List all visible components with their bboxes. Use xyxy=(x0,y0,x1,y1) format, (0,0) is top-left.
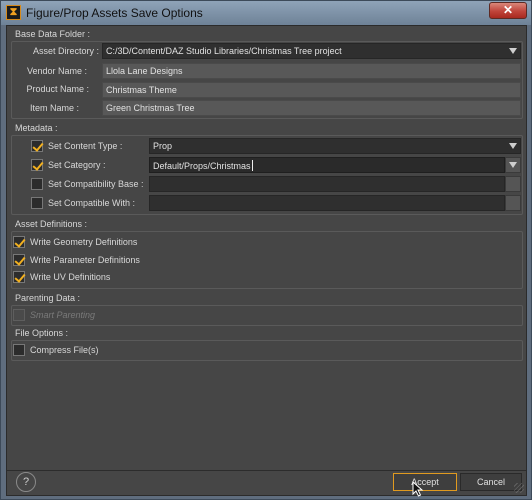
set-category-label: Set Category : xyxy=(48,160,106,170)
close-button[interactable]: ✕ xyxy=(489,2,527,19)
set-compatibility-base-checkbox[interactable] xyxy=(31,178,43,190)
chevron-down-icon xyxy=(509,162,517,168)
daz-app-icon: ⧗ xyxy=(6,5,21,20)
asset-directory-value: C:/3D/Content/DAZ Studio Libraries/Chris… xyxy=(106,46,342,56)
set-compatible-with-checkbox[interactable] xyxy=(31,197,43,209)
file-options-title: File Options : xyxy=(15,328,69,338)
content-type-value: Prop xyxy=(153,141,173,151)
item-name-label: Item Name : xyxy=(29,103,79,113)
metadata-title: Metadata : xyxy=(15,123,58,133)
set-content-type-checkbox[interactable] xyxy=(31,140,43,152)
product-name-label: Product Name : xyxy=(26,84,89,94)
set-content-type-label: Set Content Type : xyxy=(48,141,123,151)
asset-directory-label: Asset Directory : xyxy=(32,46,99,56)
chevron-down-icon xyxy=(509,143,517,149)
set-category-checkbox[interactable] xyxy=(31,159,43,171)
cancel-button[interactable]: Cancel xyxy=(460,473,522,491)
save-options-dialog: ⧗ Figure/Prop Assets Save Options ✕ Base… xyxy=(0,0,532,500)
category-dropdown-button[interactable] xyxy=(505,157,521,173)
title-bar[interactable]: ⧗ Figure/Prop Assets Save Options ✕ xyxy=(1,1,531,25)
write-geometry-label: Write Geometry Definitions xyxy=(30,237,138,247)
category-input[interactable]: Default/Props/Christmas xyxy=(149,157,505,173)
asset-directory-dropdown[interactable]: C:/3D/Content/DAZ Studio Libraries/Chris… xyxy=(102,43,521,59)
accept-button[interactable]: Accept xyxy=(393,473,457,491)
write-uv-checkbox[interactable] xyxy=(13,271,25,283)
set-compatible-with-label: Set Compatible With : xyxy=(48,198,136,208)
write-geometry-checkbox[interactable] xyxy=(13,236,25,248)
parenting-data-title: Parenting Data : xyxy=(15,293,81,303)
set-compatibility-base-label: Set Compatibility Base : xyxy=(48,179,144,189)
content-type-dropdown[interactable]: Prop xyxy=(149,138,521,154)
write-parameter-checkbox[interactable] xyxy=(13,254,25,266)
dialog-body: Base Data Folder : Asset Directory : C:/… xyxy=(6,25,527,496)
asset-definitions-title: Asset Definitions : xyxy=(15,219,88,229)
smart-parenting-label: Smart Parenting xyxy=(30,310,96,320)
compress-files-checkbox[interactable] xyxy=(13,344,25,356)
category-value: Default/Props/Christmas xyxy=(153,161,251,171)
text-cursor xyxy=(251,160,253,171)
write-parameter-label: Write Parameter Definitions xyxy=(30,255,140,265)
compatibility-base-field[interactable] xyxy=(149,176,505,192)
smart-parenting-checkbox xyxy=(13,309,25,321)
resize-grip-icon[interactable] xyxy=(514,483,524,493)
chevron-down-icon xyxy=(509,48,517,54)
vendor-name-label: Vendor Name : xyxy=(26,66,87,76)
compress-files-label: Compress File(s) xyxy=(30,345,99,355)
item-name-field[interactable]: Green Christmas Tree xyxy=(102,100,521,116)
help-icon[interactable]: ? xyxy=(16,472,36,492)
footer-separator xyxy=(7,470,526,471)
compatible-with-field[interactable] xyxy=(149,195,505,211)
vendor-name-field[interactable]: Llola Lane Designs xyxy=(102,63,521,79)
compatibility-base-browse-button[interactable] xyxy=(505,176,521,192)
base-data-folder-title: Base Data Folder : xyxy=(15,29,91,39)
write-uv-label: Write UV Definitions xyxy=(30,272,111,282)
compatible-with-browse-button[interactable] xyxy=(505,195,521,211)
product-name-field[interactable]: Christmas Theme xyxy=(102,82,521,98)
mouse-pointer-icon xyxy=(412,481,424,497)
window-title: Figure/Prop Assets Save Options xyxy=(26,6,203,20)
